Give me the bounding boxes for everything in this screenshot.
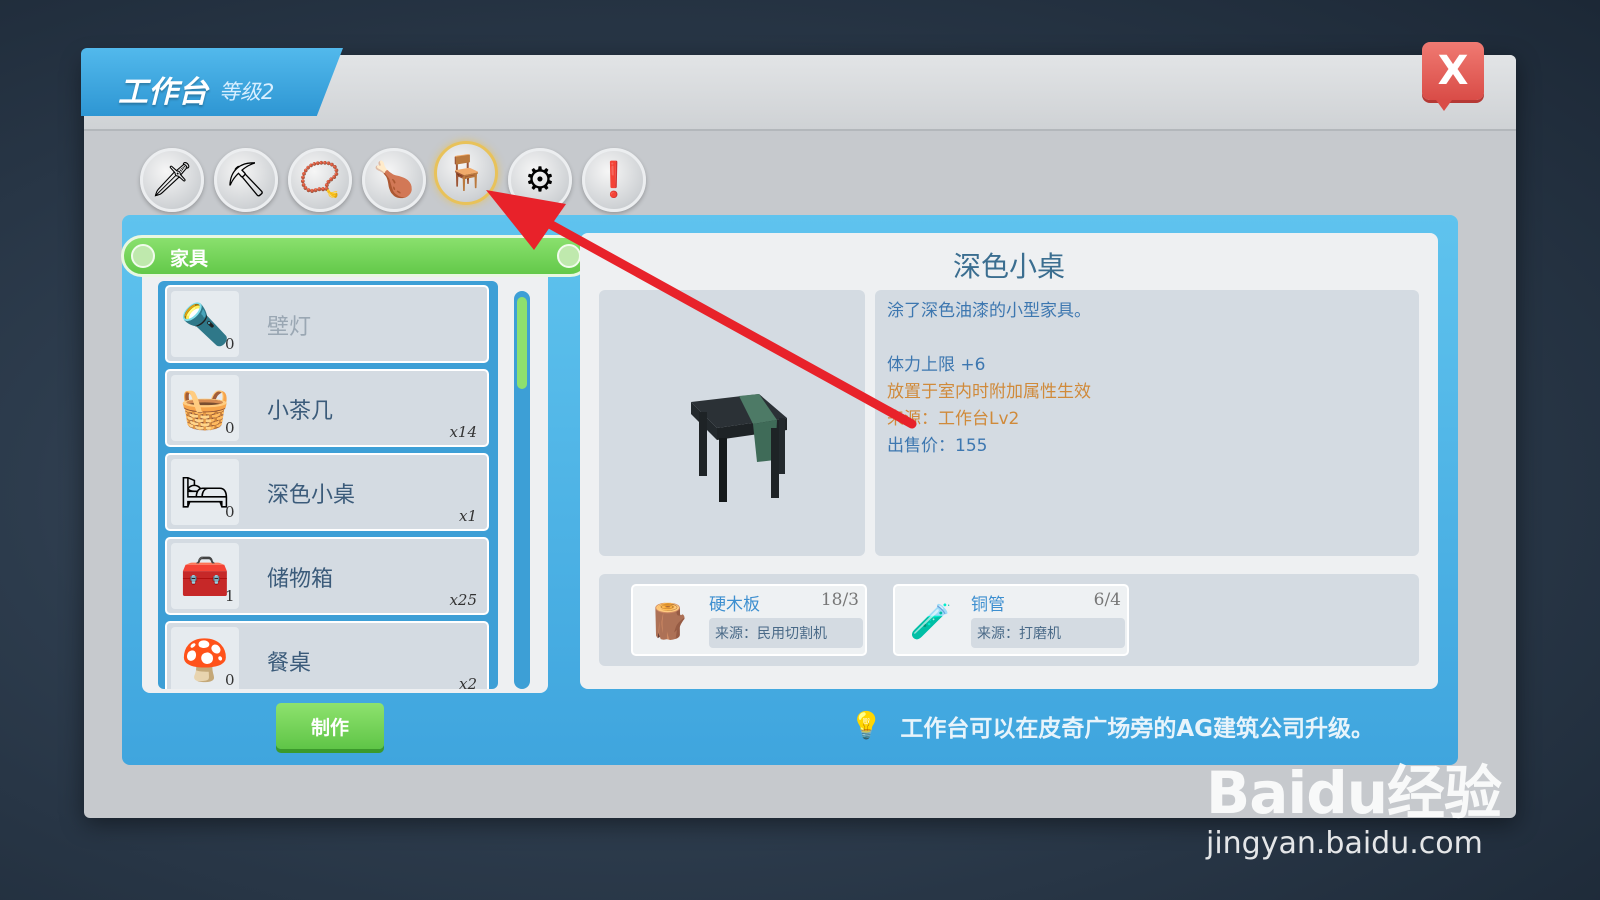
sword-icon: 🗡: [150, 160, 194, 200]
upgrade-tip: 💡 工作台可以在皮奇广场旁的AG建筑公司升级。: [850, 709, 1374, 743]
description-text: 涂了深色油漆的小型家具。: [887, 301, 1091, 321]
item-detail-panel: 深色小桌 涂了深色油漆的小型家具。 体力上限 +6 放置于室内时附加属性生效 来…: [580, 233, 1438, 689]
owned-count: 0: [225, 335, 235, 353]
pickaxe-icon: ⛏: [224, 160, 268, 200]
watermark-url: jingyan.baidu.com: [1206, 826, 1483, 861]
tab-food[interactable]: 🍗: [362, 148, 426, 212]
item-quantity: x14: [449, 423, 477, 441]
header-dot-icon: [131, 244, 155, 268]
tab-tools[interactable]: ⛏: [214, 148, 278, 212]
item-name: 储物箱: [267, 567, 334, 592]
material-item[interactable]: 🧪 铜管 6/4 来源：打磨机: [893, 584, 1129, 656]
owned-count: 0: [225, 419, 235, 437]
list-scrollbar[interactable]: [514, 291, 530, 689]
item-quantity: x25: [449, 591, 477, 609]
tip-text: 工作台可以在皮奇广场旁的AG建筑公司升级。: [900, 716, 1375, 742]
scroll-thumb[interactable]: [517, 297, 527, 389]
food-icon: 🍗: [372, 160, 416, 200]
watermark-logo: Baidu经验: [1206, 759, 1502, 827]
price-text: 出售价：155: [887, 436, 988, 456]
tab-quests[interactable]: ❗: [582, 148, 646, 212]
header-dot-icon: [557, 244, 581, 268]
list-item[interactable]: 🧰 1 储物箱 x25: [165, 537, 489, 615]
category-header: 家具: [121, 235, 591, 277]
list-item-selected[interactable]: 🛏 0 深色小桌 x1: [165, 453, 489, 531]
material-name: 硬木板: [709, 595, 760, 615]
main-panel: 家具 🔦 0 壁灯 🧺 0 小茶几 x14 🛏 0 深色小桌 x1 🧰 1 储物…: [121, 215, 1458, 765]
item-name: 小茶几: [267, 399, 334, 424]
material-source: 来源：民用切割机: [709, 618, 863, 648]
material-item[interactable]: 🪵 硬木板 18/3 来源：民用切割机: [631, 584, 867, 656]
tab-machines[interactable]: ⚙: [508, 148, 572, 212]
source-text: 来源：工作台Lv2: [887, 409, 1020, 429]
material-count: 6/4: [1093, 590, 1121, 610]
hardwood-board-icon: 🪵: [647, 602, 691, 642]
detail-title: 深色小桌: [952, 250, 1065, 283]
baidu-watermark: Baidu经验 jingyan.baidu.com: [1206, 746, 1502, 861]
list-item[interactable]: 🔦 0 壁灯: [165, 285, 489, 363]
category-label: 家具: [170, 248, 209, 270]
craft-button[interactable]: 制作: [276, 703, 384, 749]
workbench-window: 工作台 等级2 X 🗡 ⛏ 📿 🍗 🪑 ⚙ ❗ 家具 🔦 0 壁灯 🧺 0 小茶…: [81, 42, 1516, 818]
materials-panel: 🪵 硬木板 18/3 来源：民用切割机 🧪 铜管 6/4 来源：打磨机: [599, 574, 1419, 666]
item-preview: [599, 290, 865, 556]
effect-text: 放置于室内时附加属性生效: [887, 382, 1091, 402]
item-list[interactable]: 🔦 0 壁灯 🧺 0 小茶几 x14 🛏 0 深色小桌 x1 🧰 1 储物箱 x…: [158, 281, 498, 689]
item-list-panel: 家具 🔦 0 壁灯 🧺 0 小茶几 x14 🛏 0 深色小桌 x1 🧰 1 储物…: [121, 235, 591, 693]
material-count: 18/3: [820, 590, 859, 610]
tab-weapons[interactable]: 🗡: [140, 148, 204, 212]
item-quantity: x1: [458, 507, 477, 525]
list-item[interactable]: 🧺 0 小茶几 x14: [165, 369, 489, 447]
material-source: 来源：打磨机: [971, 618, 1125, 648]
copper-pipe-icon: 🧪: [909, 602, 953, 642]
item-quantity: x2: [458, 675, 477, 689]
owned-count: 1: [225, 587, 235, 605]
workbench-level: 等级2: [219, 80, 275, 104]
lightbulb-icon: 💡: [850, 711, 883, 741]
item-name: 壁灯: [267, 315, 312, 340]
chair-icon: 🪑: [444, 153, 488, 193]
window-title: 工作台: [118, 75, 208, 110]
list-item[interactable]: 🍄 0 餐桌 x2: [165, 621, 489, 689]
necklace-icon: 📿: [298, 160, 342, 200]
item-description: 涂了深色油漆的小型家具。 体力上限 +6 放置于室内时附加属性生效 来源：工作台…: [875, 290, 1419, 556]
item-name: 深色小桌: [267, 483, 356, 508]
gear-icon: ⚙: [524, 160, 556, 200]
stat-text: 体力上限 +6: [887, 355, 986, 375]
dark-table-preview-icon: [691, 394, 787, 502]
tab-furniture[interactable]: 🪑: [434, 141, 498, 205]
item-name: 餐桌: [267, 651, 312, 676]
owned-count: 0: [225, 503, 235, 521]
exclamation-icon: ❗: [592, 160, 636, 200]
material-name: 铜管: [971, 595, 1005, 615]
close-icon: X: [1437, 48, 1469, 94]
owned-count: 0: [225, 671, 235, 689]
close-button[interactable]: X: [1422, 42, 1484, 111]
tab-accessories[interactable]: 📿: [288, 148, 352, 212]
